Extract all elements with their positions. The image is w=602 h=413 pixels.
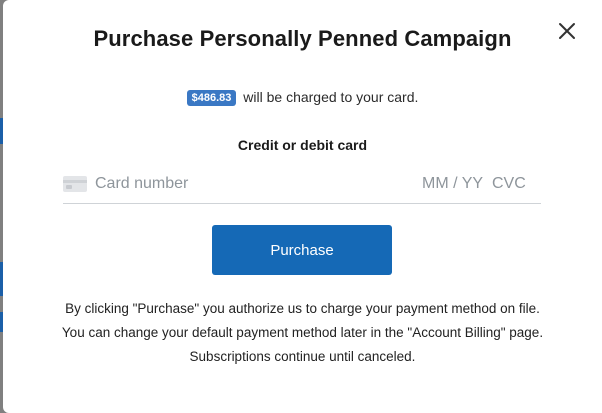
card-section-label: Credit or debit card bbox=[237, 137, 368, 153]
charge-summary: $486.83 will be charged to your card. bbox=[3, 89, 602, 106]
purchase-modal: Purchase Personally Penned Campaign $486… bbox=[3, 0, 602, 413]
modal-title: Purchase Personally Penned Campaign bbox=[93, 26, 512, 51]
purchase-button[interactable]: Purchase bbox=[212, 225, 392, 275]
card-input-field[interactable]: Card number MM / YY CVC bbox=[63, 168, 541, 204]
credit-card-icon bbox=[63, 176, 87, 192]
card-number-input[interactable]: Card number bbox=[95, 175, 188, 193]
card-cvc-input[interactable]: CVC bbox=[492, 175, 526, 193]
authorization-disclaimer: By clicking "Purchase" you authorize us … bbox=[61, 301, 544, 364]
charge-text: will be charged to your card. bbox=[243, 89, 419, 105]
price-badge: $486.83 bbox=[186, 90, 237, 106]
card-expiry-input[interactable]: MM / YY bbox=[422, 175, 483, 193]
